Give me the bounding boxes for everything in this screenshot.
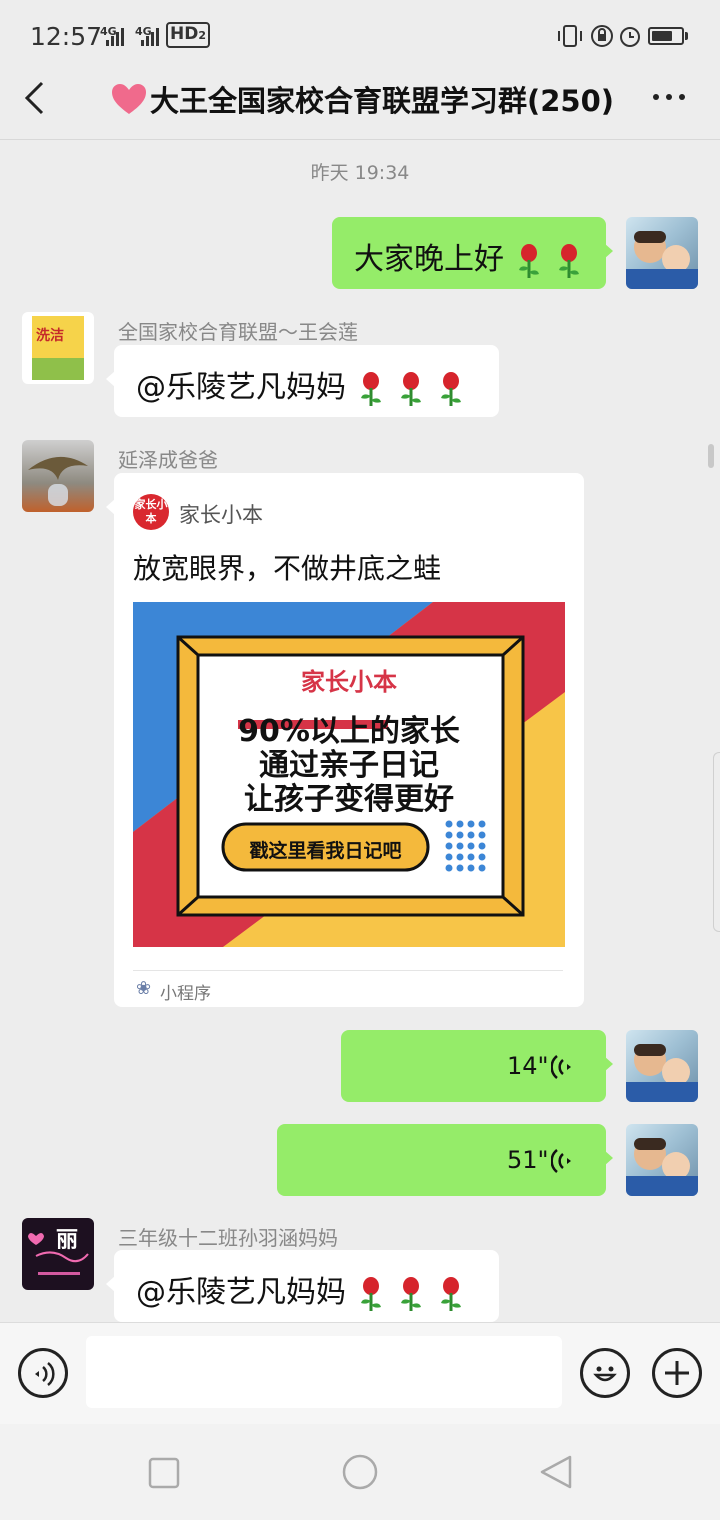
sender-name: 三年级十二班孙羽涵妈妈: [118, 1226, 338, 1250]
rose-icon: [519, 243, 539, 278]
avatar-self[interactable]: [626, 1030, 698, 1102]
voice-input-button[interactable]: [18, 1348, 68, 1398]
voice-wave-icon: [551, 1149, 571, 1173]
message-text: @乐陵艺凡妈妈: [136, 370, 346, 405]
avatar-self[interactable]: [626, 1124, 698, 1196]
status-time: 12:57: [30, 22, 103, 51]
emoji-button[interactable]: [580, 1348, 630, 1398]
signal-icon: [106, 28, 124, 46]
voice-wave-icon: [551, 1055, 571, 1079]
avatar-sender[interactable]: [22, 440, 94, 512]
alarm-icon: [620, 27, 640, 47]
voice-duration: 51": [507, 1146, 549, 1174]
poster-line-3: 让孩子变得更好: [244, 782, 454, 817]
mini-program-name: 家长小本: [179, 503, 263, 527]
message-input[interactable]: [86, 1336, 562, 1408]
voice-message-bubble[interactable]: 51": [277, 1124, 613, 1196]
rose-icon: [441, 1276, 461, 1311]
more-icon[interactable]: [652, 92, 686, 102]
avatar-sender[interactable]: 洗洁: [22, 312, 94, 384]
rose-icon: [401, 371, 421, 406]
poster-button[interactable]: 戳这里看我日记吧: [223, 836, 428, 863]
rose-icon: [441, 371, 461, 406]
mini-program-logo: 家长小本: [133, 494, 169, 530]
voice-wave-icon: [35, 1362, 55, 1386]
chat-title: 大王全国家校合育联盟学习群(250): [150, 84, 615, 118]
vibrate-icon: [558, 25, 582, 47]
sender-name: 全国家校合育联盟～王会莲: [118, 320, 358, 344]
svg-text:洗洁: 洗洁: [36, 327, 64, 344]
rose-icon: [401, 1276, 421, 1311]
chevron-left-icon[interactable]: [22, 80, 48, 116]
rose-icon: [559, 243, 579, 278]
side-handle[interactable]: [713, 752, 720, 932]
mini-program-icon: ❀: [136, 978, 152, 999]
home-icon[interactable]: [341, 1453, 379, 1491]
message-bubble-self[interactable]: 大家晚上好: [332, 217, 613, 289]
avatar-text: 丽: [56, 1228, 79, 1253]
battery-tip: [685, 32, 688, 40]
sender-name: 延泽成爸爸: [118, 448, 218, 472]
message-bubble[interactable]: @乐陵艺凡妈妈: [106, 345, 499, 417]
smiley-icon: [593, 1366, 617, 1382]
rose-icon: [361, 371, 381, 406]
message-bubble[interactable]: @乐陵艺凡妈妈: [106, 1250, 499, 1322]
message-text: 大家晚上好: [354, 242, 504, 277]
back-icon[interactable]: [538, 1454, 574, 1490]
signal-icon-2: [141, 28, 159, 46]
recent-apps-icon[interactable]: [148, 1457, 180, 1489]
poster-brand: 家长小本: [301, 668, 397, 696]
avatar-sender[interactable]: 丽: [22, 1218, 94, 1290]
scroll-indicator[interactable]: [708, 444, 714, 468]
mini-program-tag: 小程序: [160, 984, 211, 1004]
voice-message-bubble[interactable]: 14": [341, 1030, 613, 1102]
more-actions-button[interactable]: [652, 1348, 702, 1398]
voice-duration: 14": [507, 1052, 549, 1080]
hd-badge: HD2: [166, 22, 210, 48]
rose-icon: [361, 1276, 381, 1311]
plus-icon: [665, 1361, 689, 1385]
chat-timestamp: 昨天 19:34: [310, 162, 410, 184]
mini-program-title: 放宽眼界，不做井底之蛙: [133, 552, 442, 585]
message-text: @乐陵艺凡妈妈: [136, 1275, 346, 1310]
battery-icon: [648, 27, 684, 45]
heart-icon: [112, 84, 146, 114]
card-divider: [133, 970, 563, 971]
avatar-self[interactable]: [626, 217, 698, 289]
rotation-lock-icon: [591, 25, 613, 47]
